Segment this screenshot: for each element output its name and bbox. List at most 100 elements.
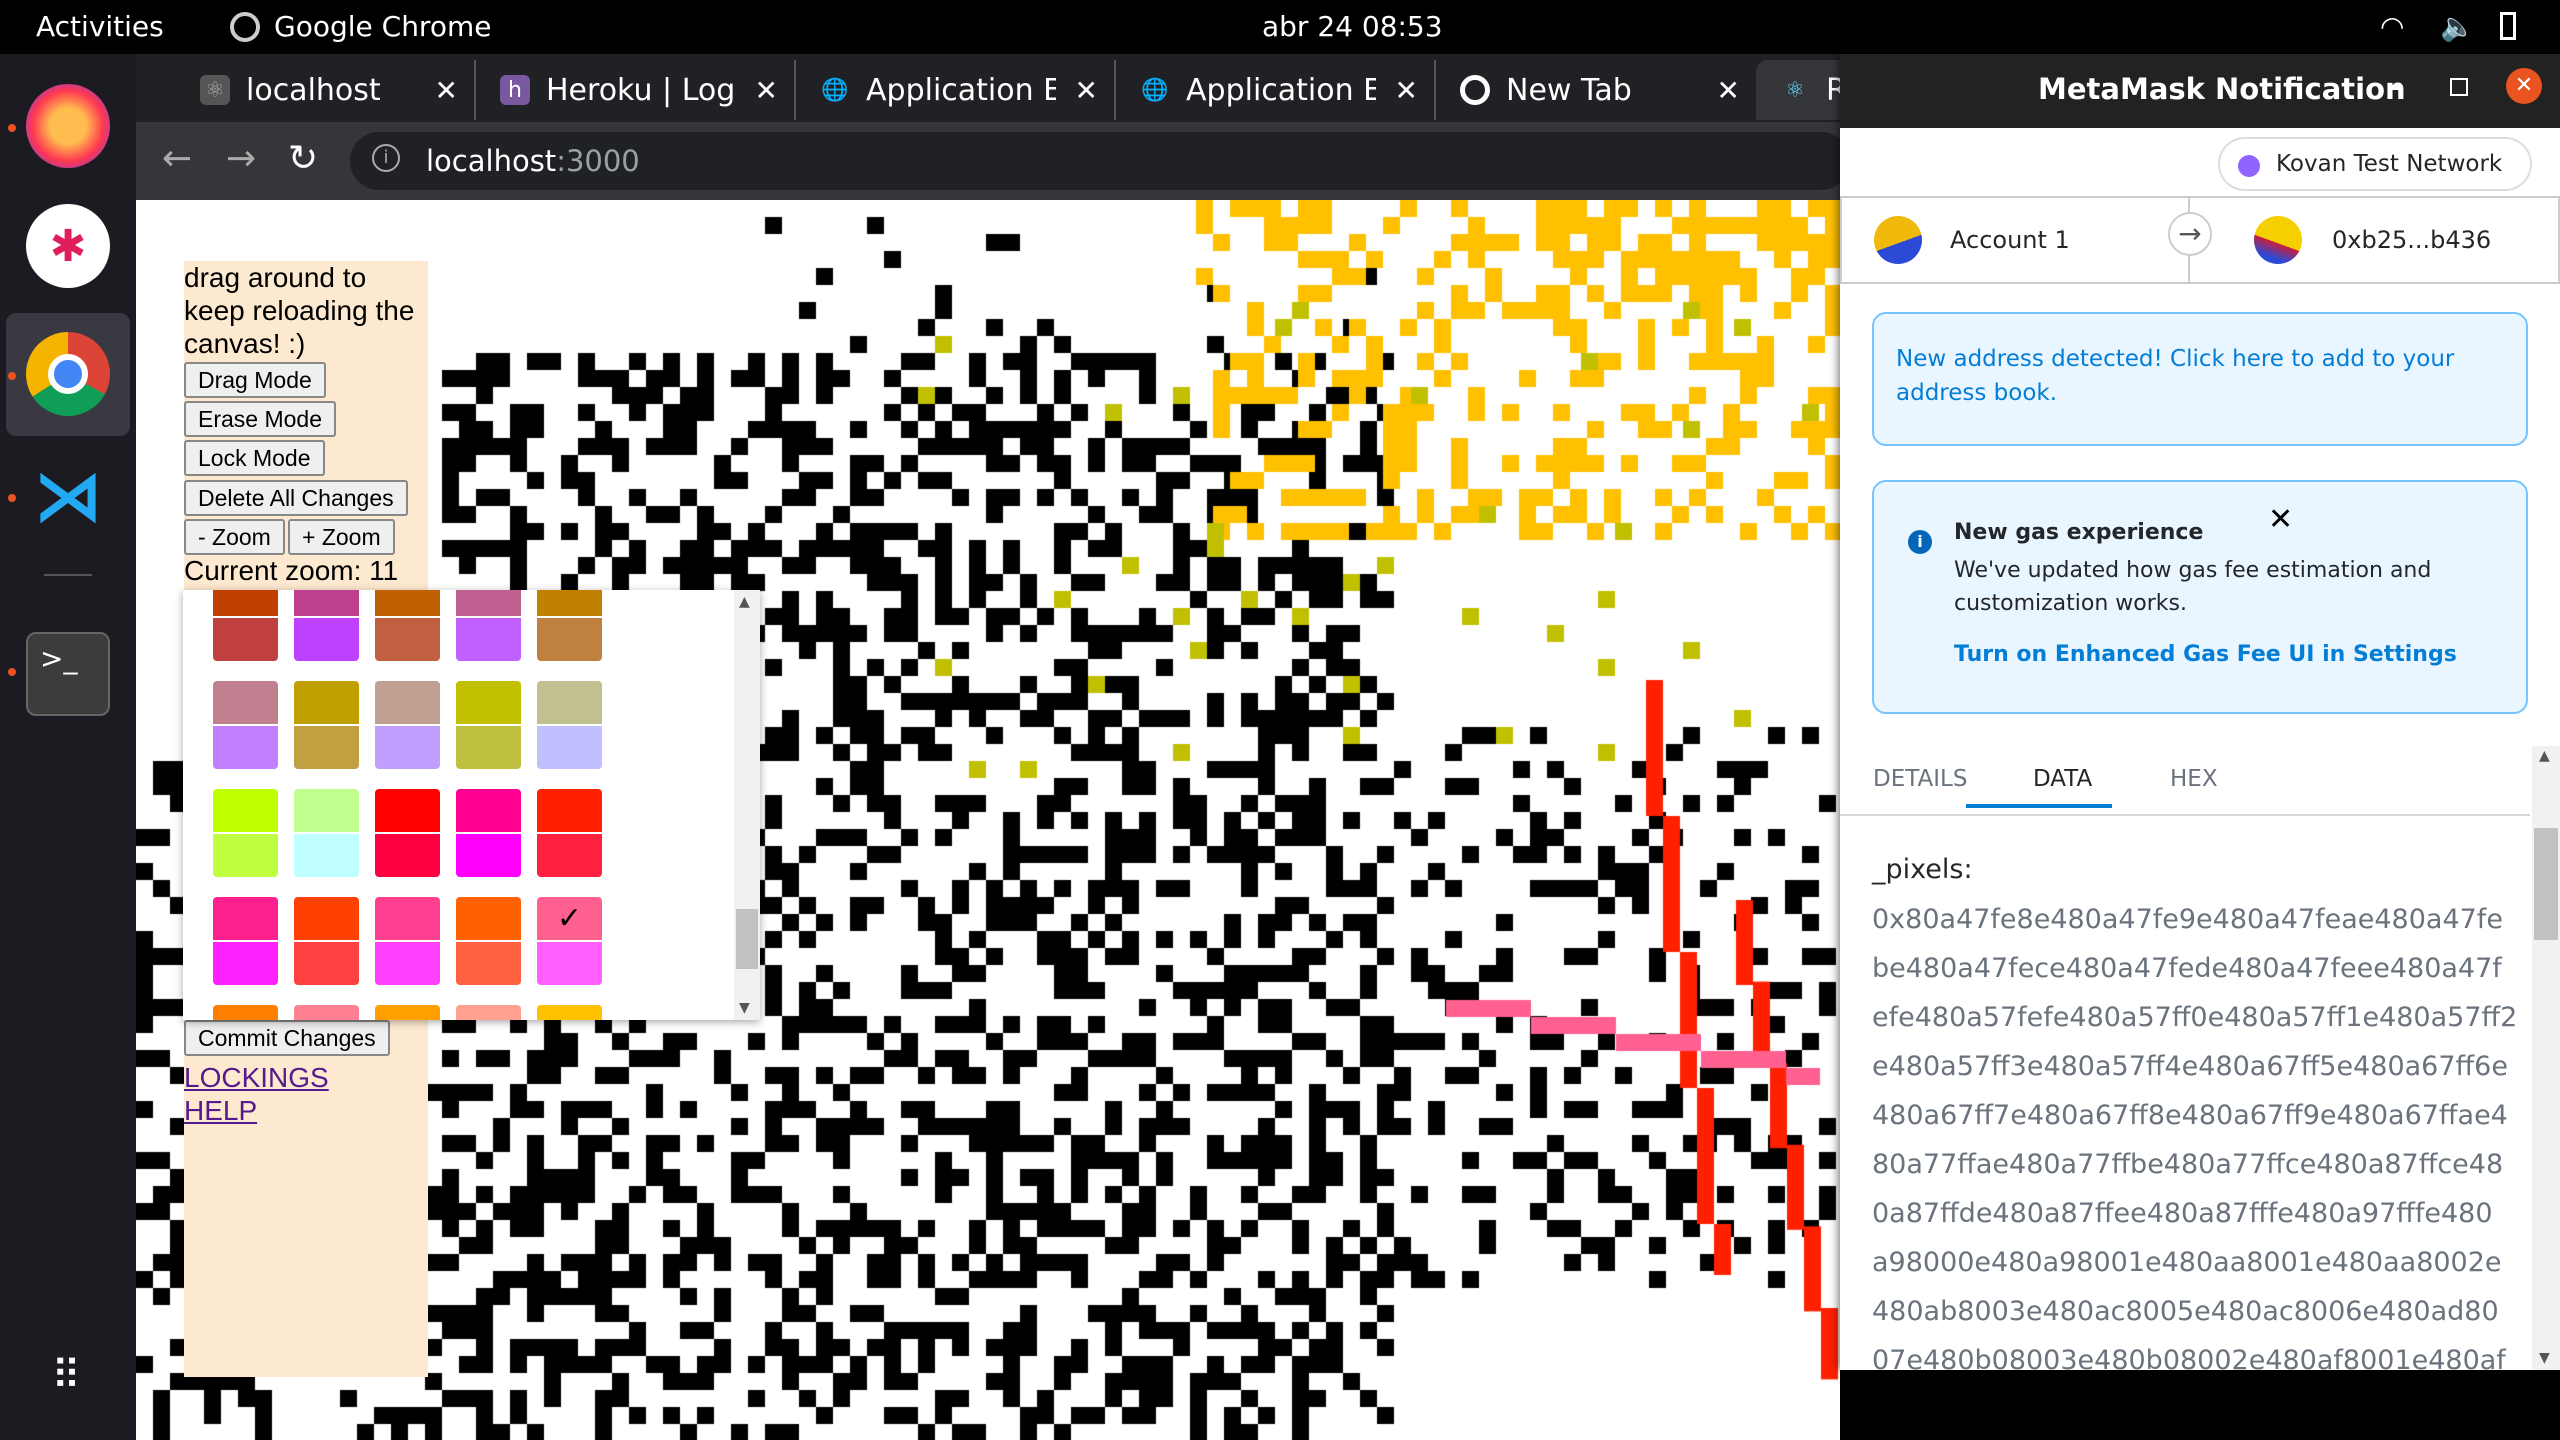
color-swatch[interactable] <box>537 681 602 769</box>
maximize-button[interactable] <box>2450 78 2468 96</box>
color-swatch[interactable] <box>456 897 521 985</box>
color-swatch[interactable] <box>213 897 278 985</box>
erase-mode-button[interactable]: Erase Mode <box>184 401 337 437</box>
close-window-button[interactable]: ✕ <box>2506 68 2542 104</box>
check-icon: ✓ <box>556 901 583 936</box>
terminal-icon[interactable]: >_ <box>26 632 110 716</box>
hex-line: 480ab8003e480ac8005e480ac8006e480ad80 <box>1872 1296 2499 1327</box>
delete-all-changes-button[interactable]: Delete All Changes <box>184 480 408 516</box>
enhanced-gas-link[interactable]: Turn on Enhanced Gas Fee UI in Settings <box>1954 642 2457 667</box>
color-swatch[interactable] <box>456 789 521 877</box>
network-selector[interactable]: Kovan Test Network <box>2218 137 2532 191</box>
battery-icon[interactable] <box>2500 12 2516 40</box>
color-swatch[interactable] <box>213 1005 278 1020</box>
account-avatar <box>1874 216 1922 264</box>
minimize-button[interactable]: – <box>2388 70 2402 103</box>
color-swatch[interactable] <box>213 789 278 877</box>
color-swatch[interactable] <box>375 1005 440 1020</box>
close-tab-icon[interactable]: ✕ <box>1395 74 1418 107</box>
color-swatch[interactable] <box>537 590 602 661</box>
tab-heroku[interactable]: hHeroku | Login✕ <box>476 60 796 120</box>
wifi-icon[interactable]: ◠ <box>2380 10 2404 43</box>
color-swatch[interactable] <box>294 1005 359 1020</box>
activities-button[interactable]: Activities <box>36 10 164 43</box>
toolbar: ← → ↻ i localhost:3000 <box>136 122 1850 200</box>
color-swatch[interactable] <box>294 590 359 661</box>
color-swatch[interactable] <box>213 590 278 661</box>
tab-hex[interactable]: HEX <box>2170 766 2218 792</box>
chrome-icon <box>230 12 260 42</box>
close-tab-icon[interactable]: ✕ <box>1075 74 1098 107</box>
color-swatch[interactable]: ✓ <box>537 897 602 985</box>
metamask-window: MetaMask Notification – ✕ Kovan Test Net… <box>1840 54 2560 1376</box>
color-swatch[interactable] <box>294 681 359 769</box>
lockings-link[interactable]: LOCKINGS <box>184 1061 329 1094</box>
heroku-icon: h <box>500 75 530 105</box>
zoom-out-button[interactable]: - Zoom <box>184 519 285 555</box>
drag-mode-button[interactable]: Drag Mode <box>184 362 326 398</box>
color-palette[interactable]: ▲ ▼ ✓ <box>183 590 760 1020</box>
close-tab-icon[interactable]: ✕ <box>755 74 778 107</box>
color-swatch[interactable] <box>375 681 440 769</box>
color-swatch[interactable] <box>213 681 278 769</box>
color-swatch[interactable] <box>375 789 440 877</box>
new-address-notice[interactable]: New address detected! Click here to add … <box>1872 312 2528 446</box>
close-tab-icon[interactable]: ✕ <box>435 74 458 107</box>
close-icon[interactable]: ✕ <box>2268 502 2293 537</box>
reload-button[interactable]: ↻ <box>288 138 318 179</box>
tab-application-error[interactable]: 🌐Application Error✕ <box>1116 60 1436 120</box>
to-address[interactable]: 0xb25...b436 <box>2332 226 2491 254</box>
from-account[interactable]: Account 1 <box>1950 226 2070 254</box>
chrome-icon <box>1460 75 1490 105</box>
window-titlebar: MetaMask Notification – ✕ <box>1840 54 2560 128</box>
hex-line: 07e480b08003e480b08002e480af8001e480af <box>1872 1345 2506 1376</box>
back-button[interactable]: ← <box>162 138 192 179</box>
color-swatch[interactable] <box>375 897 440 985</box>
zoom-in-button[interactable]: + Zoom <box>288 519 395 555</box>
zoom-label: Current zoom: 11 <box>184 555 399 586</box>
vscode-icon[interactable]: ⋊ <box>26 454 110 538</box>
info-icon[interactable]: i <box>372 144 400 172</box>
color-swatch[interactable] <box>537 789 602 877</box>
arrow-right-icon: → <box>2168 212 2212 256</box>
tab-data[interactable]: DATA <box>2033 766 2092 792</box>
tab-application-error[interactable]: 🌐Application Error✕ <box>796 60 1116 120</box>
gas-notice: i ✕ New gas experience We've updated how… <box>1872 480 2528 714</box>
forward-button[interactable]: → <box>226 138 256 179</box>
chrome-icon[interactable] <box>26 332 110 416</box>
hex-line: 80a77ffae480a77ffbe480a77ffce480a87ffce4… <box>1872 1149 2504 1180</box>
dock: ✱ ⋊ >_ ⠿ <box>0 54 136 1440</box>
tab-new-tab[interactable]: New Tab ✕ <box>1436 60 1756 120</box>
color-swatch[interactable] <box>375 590 440 661</box>
show-applications-icon[interactable]: ⠿ <box>26 1334 110 1418</box>
lock-mode-button[interactable]: Lock Mode <box>184 440 325 476</box>
active-app-label[interactable]: Google Chrome <box>274 10 491 43</box>
tab-strip: ⚛localhost✕ hHeroku | Login✕ 🌐Applicatio… <box>136 54 1856 122</box>
palette-scrollbar[interactable]: ▲ ▼ <box>734 590 760 1020</box>
volume-icon[interactable]: 🔈 <box>2440 10 2475 43</box>
tab-localhost[interactable]: ⚛ localhost ✕ <box>176 60 476 120</box>
color-swatch[interactable] <box>294 789 359 877</box>
react-icon: ⚛ <box>1785 77 1805 103</box>
color-swatch[interactable] <box>294 897 359 985</box>
scrollbar[interactable]: ▲ ▼ <box>2532 746 2560 1370</box>
color-swatch[interactable] <box>456 681 521 769</box>
hex-line: 0a87ffde480a87ffee480a87fffe480a97fffe48… <box>1872 1198 2493 1229</box>
close-tab-icon[interactable]: ✕ <box>1717 74 1740 107</box>
top-bar: Activities Google Chrome abr 24 08:53 ◠ … <box>0 0 2560 54</box>
tx-tabs: DETAILS DATA HEX <box>1840 746 2530 816</box>
clock[interactable]: abr 24 08:53 <box>1262 10 1443 43</box>
firefox-icon[interactable] <box>26 84 110 168</box>
color-swatch[interactable] <box>456 590 521 661</box>
help-link[interactable]: HELP <box>184 1094 257 1127</box>
color-swatch[interactable] <box>456 1005 521 1020</box>
hex-line: efe480a57fefe480a57ff0e480a57ff1e480a57f… <box>1872 1002 2518 1033</box>
tab-details[interactable]: DETAILS <box>1873 766 1967 792</box>
recipient-avatar <box>2254 216 2302 264</box>
slack-icon[interactable]: ✱ <box>26 204 110 288</box>
color-swatch[interactable] <box>537 1005 602 1020</box>
hex-line: a98000e480a98001e480aa8001e480aa8002e <box>1872 1247 2502 1278</box>
address-bar[interactable]: i localhost:3000 <box>350 132 1850 190</box>
commit-changes-button[interactable]: Commit Changes <box>184 1020 390 1056</box>
globe-icon: 🌐 <box>821 77 849 103</box>
